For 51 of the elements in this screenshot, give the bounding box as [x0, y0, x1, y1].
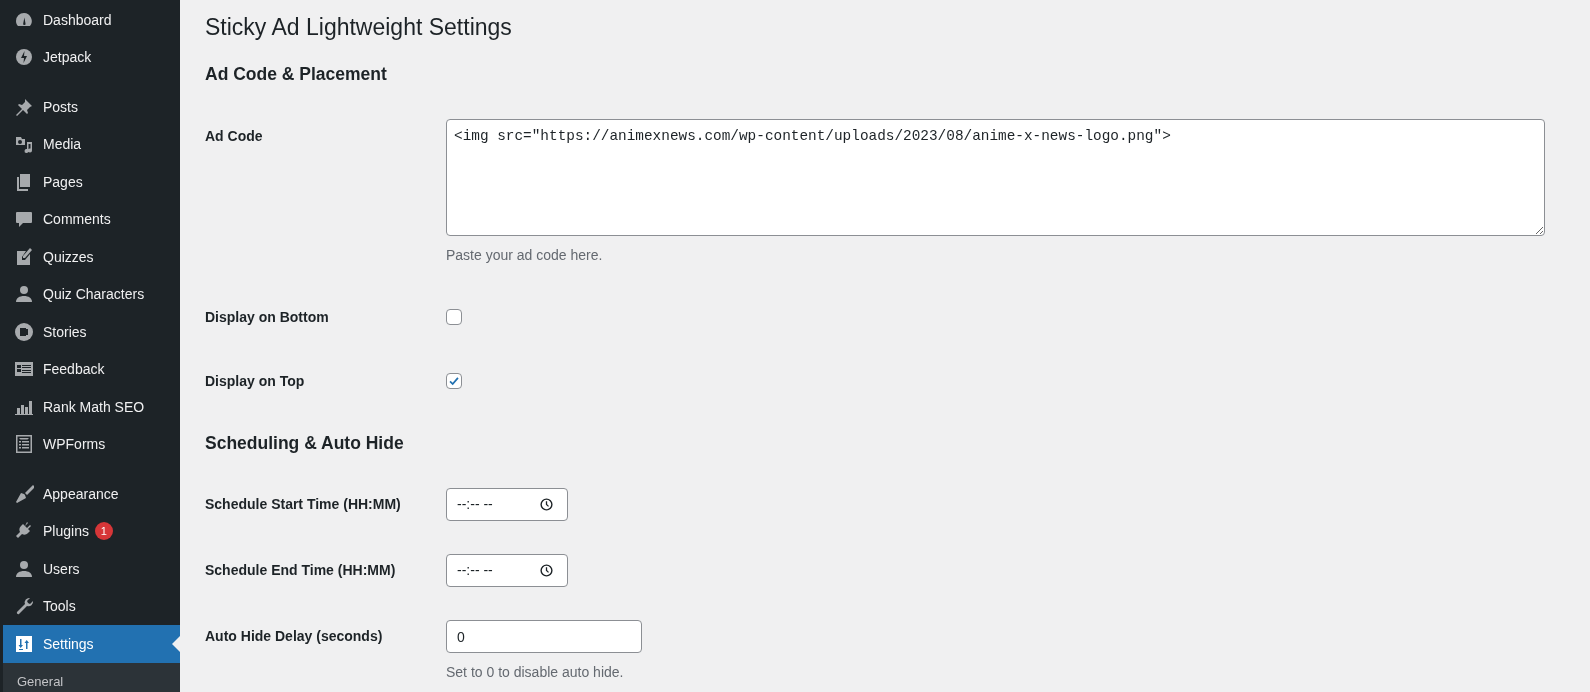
menu-item[interactable]: Rank Math SEO	[0, 388, 180, 426]
ad-code-textarea[interactable]: <img src="https://animexnews.com/wp-content/uploads/2023/08/anime-x-news-logo.png">	[446, 119, 1545, 236]
menu-item[interactable]: Media	[0, 125, 180, 163]
menu-item[interactable]: Stories	[0, 313, 180, 351]
section-heading: Scheduling & Auto Hide	[205, 432, 405, 455]
field-label: Auto Hide Delay (seconds)	[205, 627, 384, 644]
time-input-field[interactable]: --:-- --	[446, 553, 568, 587]
field-label: Display on Bottom	[205, 309, 330, 325]
menu-item[interactable]: Jetpack	[0, 38, 180, 76]
menu-item[interactable]: Comments	[0, 200, 180, 238]
number-input[interactable]: 0	[446, 620, 642, 653]
menu-item[interactable]: Feedback	[0, 350, 180, 388]
pin-icon	[14, 96, 34, 117]
camera-note-icon	[14, 134, 34, 155]
person-icon	[14, 558, 34, 579]
sliders-icon	[14, 633, 34, 654]
menu-item[interactable]: Settings	[3, 625, 180, 663]
menu-item[interactable]: Users	[0, 550, 180, 588]
menu-item[interactable]: Quiz Characters	[0, 275, 180, 313]
brush-icon	[14, 483, 34, 504]
field-label: Display on Top	[205, 373, 306, 389]
current-page-pointer	[172, 635, 180, 652]
field-label: Ad Code	[205, 127, 264, 144]
count-badge: 1	[94, 522, 113, 541]
form-icon	[14, 434, 34, 455]
menu-item[interactable]: Appearance	[0, 475, 180, 513]
checkbox[interactable]	[446, 309, 462, 325]
menu-item[interactable]: Pages	[0, 163, 180, 201]
field-description: Paste your ad code here.	[446, 246, 604, 265]
wrench-icon	[14, 596, 34, 617]
bolt-icon	[14, 47, 34, 68]
checkbox[interactable]	[446, 373, 462, 389]
time-input-field[interactable]: --:-- --	[446, 487, 568, 521]
clock-icon	[540, 563, 553, 577]
menu-item[interactable]: Dashboard	[0, 1, 180, 39]
field-label: Schedule End Time (HH:MM)	[205, 562, 397, 578]
pencil-note-icon	[14, 246, 34, 267]
menu-item[interactable]: Posts	[0, 88, 180, 126]
field-description: Set to 0 to disable auto hide.	[446, 663, 625, 682]
clock-icon	[540, 497, 553, 511]
person-icon	[14, 284, 34, 305]
speech-bubble-icon	[14, 209, 34, 230]
page-title: Sticky Ad Lightweight Settings	[205, 13, 513, 42]
menu-item[interactable]: Quizzes	[0, 238, 180, 276]
menu-item[interactable]: Tools	[0, 587, 180, 625]
circle-icon	[14, 321, 34, 342]
field-label: Schedule Start Time (HH:MM)	[205, 496, 402, 512]
submenu-item[interactable]: General	[3, 671, 180, 692]
menu-item[interactable]: Plugins 1	[0, 512, 180, 550]
section-heading: Ad Code & Placement	[205, 63, 388, 86]
menu-item[interactable]: WPForms	[0, 425, 180, 463]
